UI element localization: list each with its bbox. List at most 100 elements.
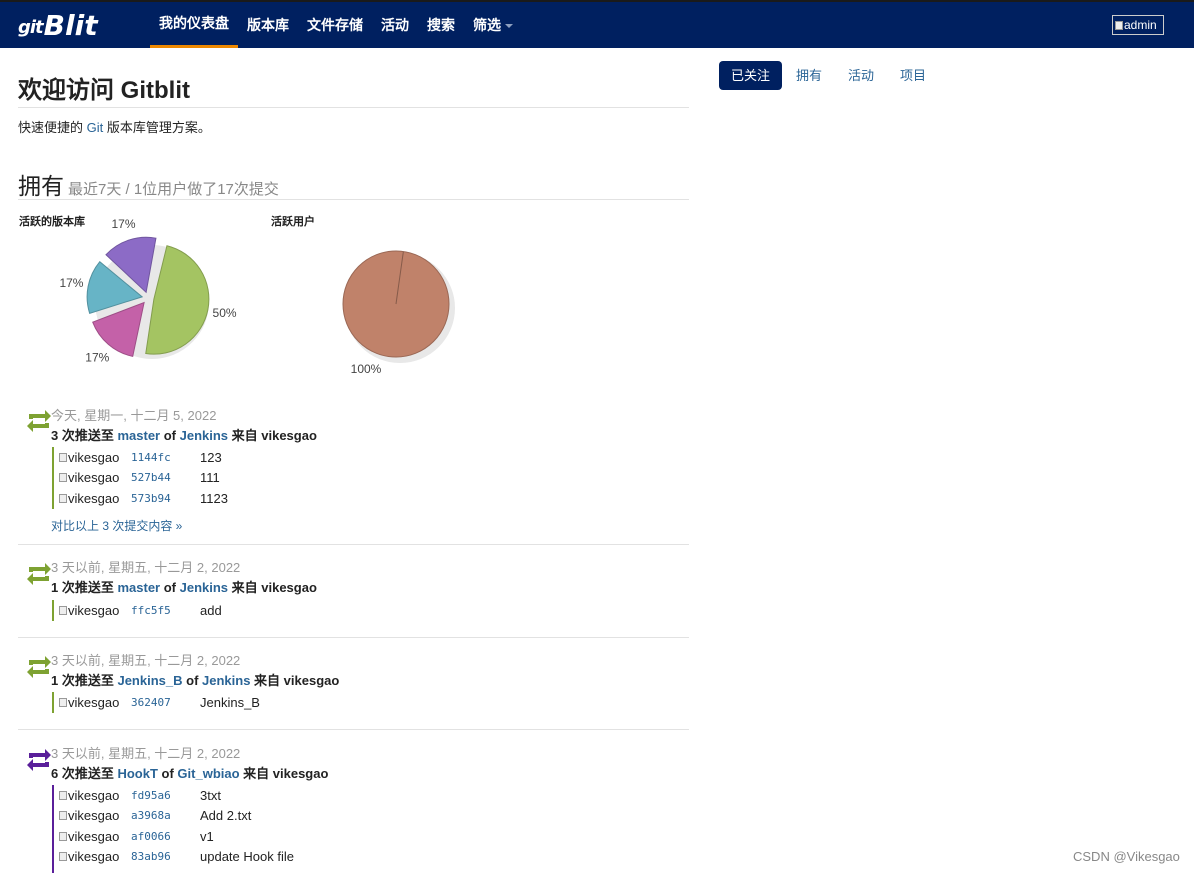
author-avatar: vikesgao — [54, 808, 131, 823]
branch-link[interactable]: Jenkins_B — [117, 673, 182, 688]
broken-image-icon — [1115, 20, 1123, 30]
tab-owned[interactable]: 拥有 — [784, 61, 834, 90]
push-icon — [27, 749, 51, 771]
author-alt: vikesgao — [68, 470, 120, 486]
commit-message: update Hook file — [200, 849, 294, 865]
tab-projects[interactable]: 项目 — [888, 61, 938, 90]
repo-link[interactable]: Jenkins — [202, 673, 250, 688]
git-link[interactable]: Git — [87, 120, 104, 135]
divider — [18, 199, 689, 200]
pie-slice-label: 17% — [111, 218, 135, 231]
repo-link[interactable]: Jenkins — [180, 580, 228, 595]
subtitle-text: 快速便捷的 — [18, 120, 87, 135]
logo-prefix: git — [18, 16, 44, 38]
section-title-text: 拥有 — [18, 173, 64, 199]
nav-dashboard-label: 我的仪表盘 — [159, 15, 229, 31]
nav-search-label: 搜索 — [427, 17, 455, 33]
author-alt: vikesgao — [68, 808, 120, 824]
commit-sha-link[interactable]: ffc5f5 — [131, 604, 200, 617]
author-text: 来自 vikesgao — [228, 580, 317, 595]
user-avatar-menu[interactable]: admin — [1112, 15, 1164, 35]
broken-image-icon — [59, 493, 67, 503]
activity-date: 3 天以前, 星期五, 十二月 2, 2022 — [51, 560, 241, 575]
chevron-down-icon — [505, 24, 513, 28]
push-count: 3 次推送至 — [51, 428, 118, 443]
nav-repositories[interactable]: 版本库 — [238, 2, 298, 48]
divider — [18, 544, 689, 545]
nav-search[interactable]: 搜索 — [418, 2, 464, 48]
commit-sha-link[interactable]: 83ab96 — [131, 850, 200, 863]
author-text: 来自 vikesgao — [239, 766, 329, 781]
commit-sha-link[interactable]: 1144fc — [131, 451, 200, 464]
nav-dashboard[interactable]: 我的仪表盘 — [150, 2, 238, 48]
main-nav: 我的仪表盘 版本库 文件存储 活动 搜索 筛选 — [150, 2, 522, 48]
repo-link[interactable]: Git_wbiao — [177, 766, 239, 781]
commit-list: vikesgao 362407 Jenkins_B — [52, 692, 260, 713]
nav-filestore[interactable]: 文件存储 — [298, 2, 372, 48]
nav-activity[interactable]: 活动 — [372, 2, 418, 48]
commit-sha-link[interactable]: 527b44 — [131, 471, 200, 484]
author-avatar: vikesgao — [54, 695, 131, 710]
author-avatar: vikesgao — [54, 849, 131, 864]
of-text: of — [160, 580, 180, 595]
commit-sha-link[interactable]: fd95a6 — [131, 789, 200, 802]
top-navbar: git Blit 我的仪表盘 版本库 文件存储 活动 搜索 筛选 admin — [0, 0, 1194, 48]
commit-row: vikesgao a3968a Add 2.txt — [54, 806, 294, 827]
push-icon — [27, 563, 51, 585]
compare-commits-link[interactable]: 对比以上 3 次提交内容 » — [51, 517, 182, 534]
author-avatar: vikesgao — [54, 491, 131, 506]
commit-sha-link[interactable]: a3968a — [131, 809, 200, 822]
nav-filter-dropdown[interactable]: 筛选 — [464, 2, 522, 48]
push-icon — [27, 410, 51, 432]
activity-date: 3 天以前, 星期五, 十二月 2, 2022 — [51, 746, 241, 761]
commit-row: vikesgao ffc5f5 add — [54, 600, 222, 621]
commit-sha-link[interactable]: af0066 — [131, 830, 200, 843]
pie-slice-label: 100% — [351, 362, 382, 376]
of-text: of — [182, 673, 203, 688]
nav-repositories-label: 版本库 — [247, 17, 289, 33]
broken-image-icon — [59, 811, 67, 821]
gitblit-logo[interactable]: git Blit — [18, 8, 98, 42]
branch-link[interactable]: HookT — [117, 766, 157, 781]
tab-starred[interactable]: 已关注 — [719, 61, 783, 90]
of-text: of — [157, 766, 178, 781]
activity-date: 今天, 星期一, 十二月 5, 2022 — [51, 408, 217, 423]
author-alt: vikesgao — [68, 694, 120, 710]
section-title: 拥有 最近7天 / 1位用户做了17次提交 — [18, 167, 279, 201]
broken-image-icon — [59, 605, 67, 615]
pie-chart-active-repos: 50% 17% 17% 17% — [59, 218, 237, 364]
author-avatar: vikesgao — [54, 470, 131, 485]
commit-row: vikesgao 362407 Jenkins_B — [54, 692, 260, 713]
commit-row: vikesgao 573b94 1123 — [54, 488, 228, 509]
commit-message: Add 2.txt — [200, 808, 252, 824]
author-avatar: vikesgao — [54, 603, 131, 618]
commit-message: 1123 — [200, 490, 228, 506]
avatar-alt-text: admin — [1124, 18, 1157, 32]
commit-sha-link[interactable]: 362407 — [131, 696, 200, 709]
branch-link[interactable]: master — [117, 428, 160, 443]
commit-sha-link[interactable]: 573b94 — [131, 492, 200, 505]
commit-message: v1 — [200, 828, 214, 844]
tab-activity[interactable]: 活动 — [836, 61, 886, 90]
commit-message: 111 — [200, 470, 220, 486]
broken-image-icon — [59, 473, 67, 483]
commit-message: 123 — [200, 449, 222, 465]
pie-slice-label: 17% — [59, 276, 83, 290]
page-title: 欢迎访问 Gitblit — [18, 77, 190, 104]
broken-image-icon — [59, 852, 67, 862]
of-text: of — [160, 428, 180, 443]
chart-label-users: 活跃用户 — [271, 216, 315, 228]
commit-row: vikesgao 1144fc 123 — [54, 447, 228, 468]
branch-link[interactable]: master — [117, 580, 160, 595]
commit-row: vikesgao fd95a6 3txt — [54, 785, 294, 806]
repo-link[interactable]: Jenkins — [180, 428, 228, 443]
author-text: 来自 vikesgao — [228, 428, 317, 443]
divider — [18, 107, 689, 108]
broken-image-icon — [59, 452, 67, 462]
author-text: 来自 vikesgao — [250, 673, 340, 688]
push-icon — [27, 656, 51, 678]
push-count: 1 次推送至 — [51, 580, 118, 595]
pie-slice-label: 50% — [213, 306, 237, 320]
commit-row: vikesgao af0066 v1 — [54, 826, 294, 847]
commit-list: vikesgao ffc5f5 add — [52, 600, 222, 621]
